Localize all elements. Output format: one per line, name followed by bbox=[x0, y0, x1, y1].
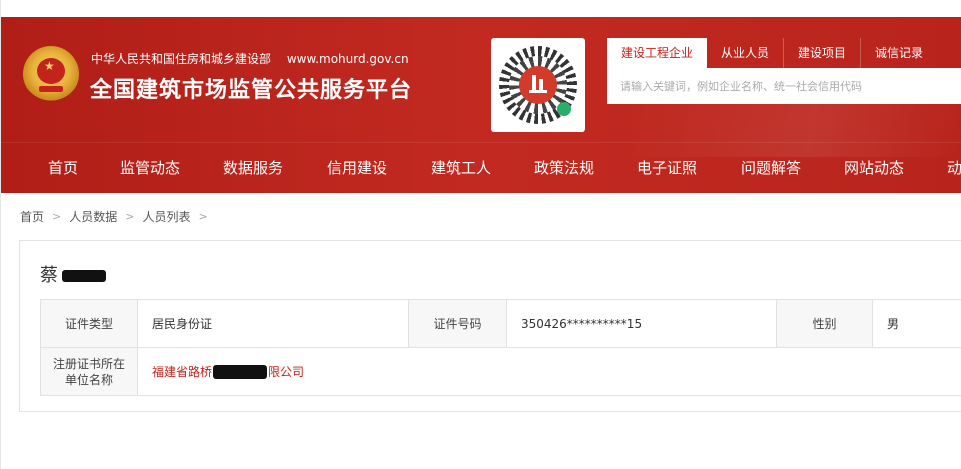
person-name: 蔡 bbox=[40, 261, 106, 287]
id-number-label: 证件号码 bbox=[408, 299, 507, 348]
search-input[interactable] bbox=[607, 68, 961, 104]
top-gap bbox=[1, 0, 961, 17]
employer-label: 注册证书所在 单位名称 bbox=[40, 347, 138, 396]
main-nav: 首页 监管动态 数据服务 信用建设 建筑工人 政策法规 电子证照 问题解答 网站… bbox=[1, 143, 961, 193]
person-detail-card: 蔡 证件类型 居民身份证 证件号码 350426**********15 性别 … bbox=[19, 240, 961, 412]
id-type-label: 证件类型 bbox=[40, 299, 138, 348]
search-box: 建设工程企业 从业人员 建设项目 诚信记录 bbox=[607, 38, 961, 106]
nav-credit-building[interactable]: 信用建设 bbox=[327, 143, 387, 193]
platform-title[interactable]: 全国建筑市场监管公共服务平台 bbox=[90, 72, 412, 104]
employer-name-suffix: 限公司 bbox=[268, 365, 305, 379]
emblem-base bbox=[39, 86, 63, 92]
breadcrumb: 首页 > 人员数据 > 人员列表 > bbox=[20, 208, 216, 225]
breadcrumb-people-data[interactable]: 人员数据 bbox=[69, 208, 117, 225]
gender-value: 男 bbox=[872, 299, 961, 348]
building-icon bbox=[529, 73, 547, 93]
national-emblem-icon[interactable]: ★ bbox=[23, 46, 79, 102]
employer-redaction bbox=[213, 364, 268, 379]
ministry-name: 中华人民共和国住房和城乡建设部 bbox=[91, 52, 272, 66]
nav-e-certificates[interactable]: 电子证照 bbox=[637, 143, 697, 193]
chevron-right-icon: > bbox=[125, 210, 135, 223]
nav-faq[interactable]: 问题解答 bbox=[741, 143, 801, 193]
nav-more[interactable]: 动 bbox=[947, 143, 961, 193]
chevron-right-icon: > bbox=[52, 210, 62, 223]
breadcrumb-people-list[interactable]: 人员列表 bbox=[142, 208, 190, 225]
employer-label-line2: 单位名称 bbox=[64, 372, 113, 387]
gender-label: 性别 bbox=[776, 299, 873, 348]
nav-construction-workers[interactable]: 建筑工人 bbox=[431, 143, 491, 193]
breadcrumb-home[interactable]: 首页 bbox=[20, 208, 44, 225]
nav-home[interactable]: 首页 bbox=[48, 143, 78, 193]
tab-enterprise[interactable]: 建设工程企业 bbox=[607, 38, 708, 68]
qr-code-card[interactable] bbox=[491, 38, 585, 132]
nav-data-services[interactable]: 数据服务 bbox=[223, 143, 283, 193]
star-icon: ★ bbox=[44, 59, 55, 73]
nav-regulation-news[interactable]: 监管动态 bbox=[120, 143, 180, 193]
employer-link[interactable]: 福建省路桥 限公司 bbox=[152, 363, 948, 380]
id-number-value: 350426**********15 bbox=[506, 299, 777, 348]
employer-label-line1: 注册证书所在 bbox=[52, 356, 125, 371]
tab-credit-records[interactable]: 诚信记录 bbox=[860, 38, 937, 68]
nav-site-news[interactable]: 网站动态 bbox=[844, 143, 904, 193]
tab-practitioners[interactable]: 从业人员 bbox=[707, 38, 783, 68]
tab-projects[interactable]: 建设项目 bbox=[783, 38, 860, 68]
table-row: 证件类型 居民身份证 证件号码 350426**********15 性别 男 bbox=[40, 299, 961, 348]
chevron-right-icon: > bbox=[198, 210, 208, 223]
ministry-url[interactable]: www.mohurd.gov.cn bbox=[287, 52, 409, 66]
search-tabs: 建设工程企业 从业人员 建设项目 诚信记录 bbox=[607, 38, 937, 68]
site-header: ★ 中华人民共和国住房和城乡建设部 www.mohurd.gov.cn 全国建筑… bbox=[1, 17, 961, 193]
employer-value: 福建省路桥 限公司 bbox=[137, 347, 961, 396]
person-info-table: 证件类型 居民身份证 证件号码 350426**********15 性别 男 … bbox=[40, 299, 961, 396]
page: ★ 中华人民共和国住房和城乡建设部 www.mohurd.gov.cn 全国建筑… bbox=[0, 0, 961, 469]
person-surname: 蔡 bbox=[40, 265, 58, 286]
name-redaction bbox=[62, 270, 106, 282]
mini-program-badge-icon bbox=[557, 102, 571, 116]
employer-name-prefix: 福建省路桥 bbox=[152, 365, 213, 379]
id-type-value: 居民身份证 bbox=[137, 299, 409, 348]
nav-policies[interactable]: 政策法规 bbox=[534, 143, 594, 193]
table-row: 注册证书所在 单位名称 福建省路桥 限公司 bbox=[40, 347, 961, 396]
ministry-line: 中华人民共和国住房和城乡建设部 www.mohurd.gov.cn bbox=[91, 50, 409, 67]
